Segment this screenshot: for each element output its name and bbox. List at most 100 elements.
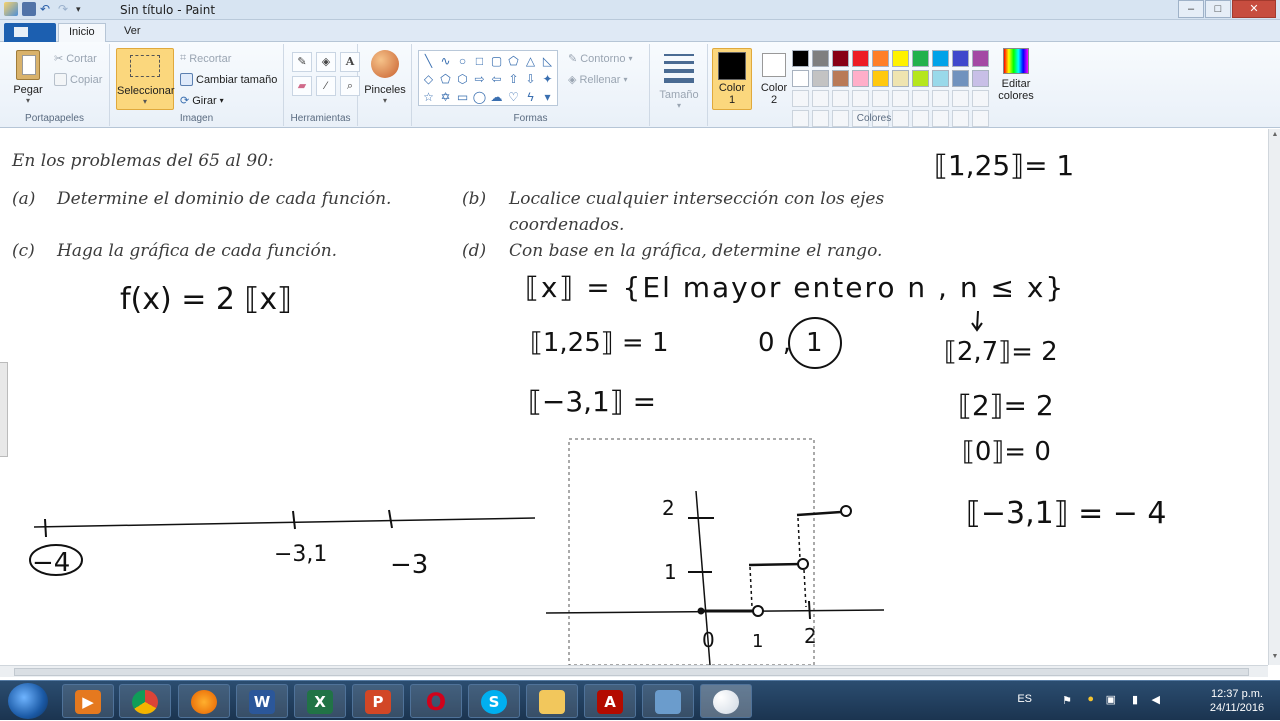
rotate-button[interactable]: ⟳ Girar ▾ [180, 94, 224, 108]
eraser-icon[interactable]: ▰ [292, 76, 312, 96]
more-shapes-icon[interactable]: ▾ [539, 88, 556, 106]
maximize-button[interactable]: □ [1205, 0, 1231, 18]
palette-swatch[interactable] [852, 70, 869, 87]
line-shape-icon[interactable]: ╲ [420, 52, 437, 70]
select-button[interactable]: Seleccionar ▾ [116, 48, 174, 110]
paste-button[interactable]: Pegar ▾ [8, 50, 48, 105]
outline-button[interactable]: ✎ Contorno ▾ [568, 52, 633, 66]
pentagon-shape-icon[interactable]: ⬠ [437, 70, 454, 88]
rounded-rectangle-shape-icon[interactable]: ▢ [488, 52, 505, 70]
taskbar-word[interactable]: W [236, 684, 288, 718]
palette-swatch[interactable] [812, 90, 829, 107]
color-picker-icon[interactable]: ⁄ [316, 76, 336, 96]
fill-bucket-icon[interactable]: ◈ [316, 52, 336, 72]
scroll-up-icon[interactable]: ▲ [1270, 131, 1280, 141]
horizontal-scroll-thumb[interactable] [14, 668, 1249, 676]
scroll-down-icon[interactable]: ▼ [1270, 653, 1280, 663]
magnifier-icon[interactable]: ⌕ [340, 76, 360, 96]
resize-button[interactable]: Cambiar tamaño [180, 73, 277, 86]
notification-icon[interactable]: ● [1087, 693, 1094, 705]
volume-icon[interactable]: ◀ [1152, 693, 1160, 706]
palette-swatch[interactable] [952, 90, 969, 107]
edit-colors-button[interactable]: Editar colores [996, 48, 1036, 102]
palette-swatch[interactable] [892, 50, 909, 67]
close-button[interactable]: ✕ [1232, 0, 1276, 18]
palette-swatch[interactable] [852, 90, 869, 107]
palette-swatch[interactable] [812, 70, 829, 87]
palette-swatch[interactable] [892, 70, 909, 87]
taskbar-media-player[interactable]: ▶ [62, 684, 114, 718]
clock[interactable]: 12:37 p.m. 24/11/2016 [1202, 687, 1272, 715]
horizontal-scrollbar[interactable] [0, 665, 1268, 677]
heart-shape-icon[interactable]: ♡ [505, 88, 522, 106]
minimize-button[interactable]: ‒ [1178, 0, 1204, 18]
network-icon[interactable]: ▮ [1132, 693, 1138, 706]
palette-swatch[interactable] [932, 50, 949, 67]
palette-swatch[interactable] [912, 70, 929, 87]
left-arrow-shape-icon[interactable]: ⇦ [488, 70, 505, 88]
palette-swatch[interactable] [912, 50, 929, 67]
brushes-button[interactable]: Pinceles ▾ [362, 50, 408, 105]
undo-icon[interactable]: ↶ [40, 2, 54, 16]
palette-swatch[interactable] [932, 70, 949, 87]
four-point-star-shape-icon[interactable]: ✦ [539, 70, 556, 88]
taskbar-chrome[interactable] [119, 684, 171, 718]
palette-swatch[interactable] [972, 90, 989, 107]
palette-swatch[interactable] [872, 90, 889, 107]
triangle-shape-icon[interactable]: △ [522, 52, 539, 70]
crop-button[interactable]: ⌗ Recortar [180, 52, 231, 65]
palette-swatch[interactable] [792, 50, 809, 67]
usb-icon[interactable]: ▣ [1106, 693, 1116, 706]
taskbar-opera[interactable]: O [410, 684, 462, 718]
palette-swatch[interactable] [972, 70, 989, 87]
size-button[interactable]: Tamaño ▾ [656, 50, 702, 110]
curve-shape-icon[interactable]: ∿ [437, 52, 454, 70]
save-icon[interactable] [22, 2, 36, 16]
lightning-shape-icon[interactable]: ϟ [522, 88, 539, 106]
palette-swatch[interactable] [792, 90, 809, 107]
taskbar-powerpoint[interactable]: P [352, 684, 404, 718]
start-button[interactable] [8, 683, 48, 719]
pencil-icon[interactable]: ✎ [292, 52, 312, 72]
palette-swatch[interactable] [852, 50, 869, 67]
palette-swatch[interactable] [832, 70, 849, 87]
palette-swatch[interactable] [832, 90, 849, 107]
taskbar-paint[interactable] [700, 684, 752, 718]
palette-swatch[interactable] [872, 70, 889, 87]
palette-swatch[interactable] [872, 50, 889, 67]
cut-button[interactable]: ✂ Cortar [54, 52, 97, 66]
fill-button[interactable]: ◈ Rellenar ▾ [568, 73, 627, 87]
canvas-resize-handle[interactable] [0, 362, 8, 457]
tab-inicio[interactable]: Inicio [58, 23, 106, 42]
paint-app-icon[interactable] [4, 2, 18, 16]
taskbar-skype[interactable]: S [468, 684, 520, 718]
right-arrow-shape-icon[interactable]: ⇨ [471, 70, 488, 88]
palette-swatch[interactable] [932, 90, 949, 107]
down-arrow-shape-icon[interactable]: ⇩ [522, 70, 539, 88]
right-triangle-shape-icon[interactable]: ◺ [539, 52, 556, 70]
flag-icon[interactable]: ⚑ [1062, 694, 1072, 707]
hexagon-shape-icon[interactable]: ⬡ [454, 70, 471, 88]
palette-swatch[interactable] [832, 50, 849, 67]
six-point-star-shape-icon[interactable]: ✡ [437, 88, 454, 106]
up-arrow-shape-icon[interactable]: ⇧ [505, 70, 522, 88]
vertical-scrollbar[interactable]: ▲ ▼ [1268, 129, 1280, 665]
taskbar-excel[interactable]: X [294, 684, 346, 718]
diamond-shape-icon[interactable]: ◇ [420, 70, 437, 88]
callout-cloud-shape-icon[interactable]: ☁ [488, 88, 505, 106]
tab-file[interactable] [4, 23, 56, 42]
rectangle-shape-icon[interactable]: □ [471, 52, 488, 70]
callout-oval-shape-icon[interactable]: ◯ [471, 88, 488, 106]
palette-swatch[interactable] [952, 50, 969, 67]
redo-icon[interactable]: ↷ [58, 2, 72, 16]
customize-qat-icon[interactable]: ▾ [76, 2, 90, 16]
palette-swatch[interactable] [812, 50, 829, 67]
taskbar-file-explorer[interactable] [526, 684, 578, 718]
palette-swatch[interactable] [952, 70, 969, 87]
drawing-canvas[interactable]: En los problemas del 65 al 90: (a) Deter… [0, 129, 1268, 665]
polygon-shape-icon[interactable]: ⬠ [505, 52, 522, 70]
color1-button[interactable]: Color 1 [712, 48, 752, 110]
text-tool-icon[interactable]: A [340, 52, 360, 72]
color2-button[interactable]: Color 2 [754, 48, 794, 110]
five-point-star-shape-icon[interactable]: ☆ [420, 88, 437, 106]
